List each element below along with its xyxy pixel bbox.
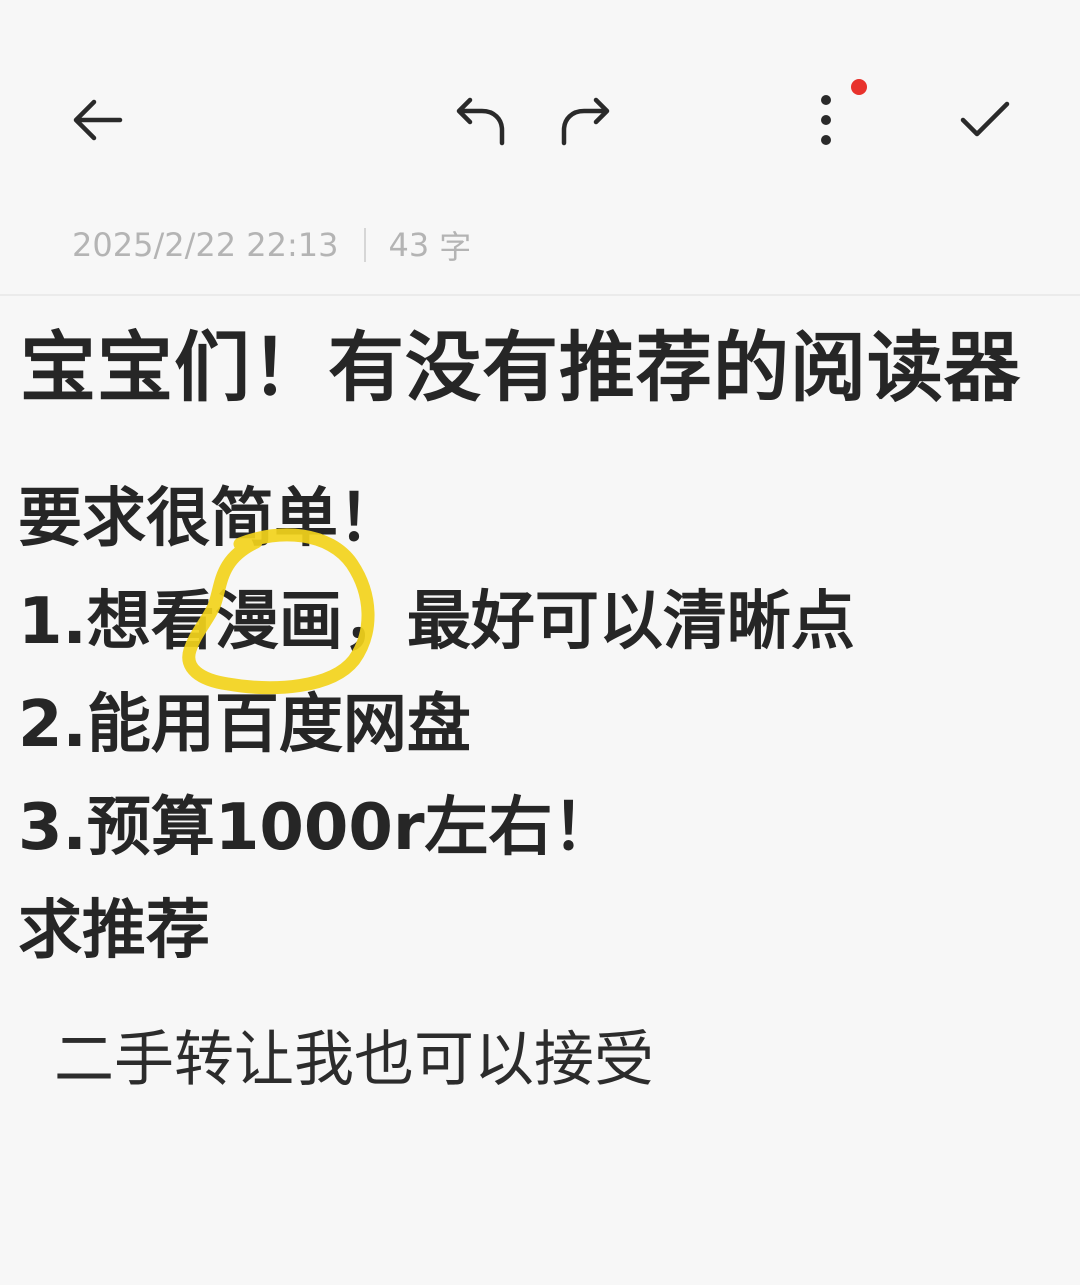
body-line: 2.能用百度网盘: [18, 688, 471, 762]
note-extra-line[interactable]: 二手转让我也可以接受: [54, 1018, 654, 1102]
note-body[interactable]: 要求很简单！ 1.想看漫画，最好可以清晰点 2.能用百度网盘 3.预算1000r…: [18, 468, 1058, 983]
undo-button[interactable]: [438, 82, 518, 162]
meta-separator: [364, 228, 367, 262]
note-meta: 2025/2/22 22:13 43 字: [72, 222, 471, 268]
note-char-count: 43: [388, 226, 430, 264]
header-divider: [0, 294, 1080, 296]
redo-button[interactable]: [548, 82, 628, 162]
arrow-left-icon: [73, 99, 123, 141]
done-button[interactable]: [945, 80, 1025, 160]
more-vertical-icon: [821, 95, 831, 145]
check-icon: [960, 101, 1010, 137]
notification-dot: [851, 79, 867, 95]
body-line: 3.预算1000r左右！: [18, 791, 617, 865]
note-title[interactable]: 宝宝们！有没有推荐的阅读器: [20, 320, 1070, 416]
back-button[interactable]: [56, 80, 136, 160]
note-char-unit: 字: [439, 228, 472, 266]
redo-icon: [561, 97, 610, 146]
body-line: 1.想看漫画，最好可以清晰点: [18, 585, 855, 659]
editor-toolbar: [0, 0, 1080, 200]
body-line: 要求很简单！: [18, 482, 402, 556]
note-datetime: 2025/2/22 22:13: [72, 226, 339, 264]
body-line: 求推荐: [18, 894, 210, 968]
undo-icon: [456, 97, 505, 146]
